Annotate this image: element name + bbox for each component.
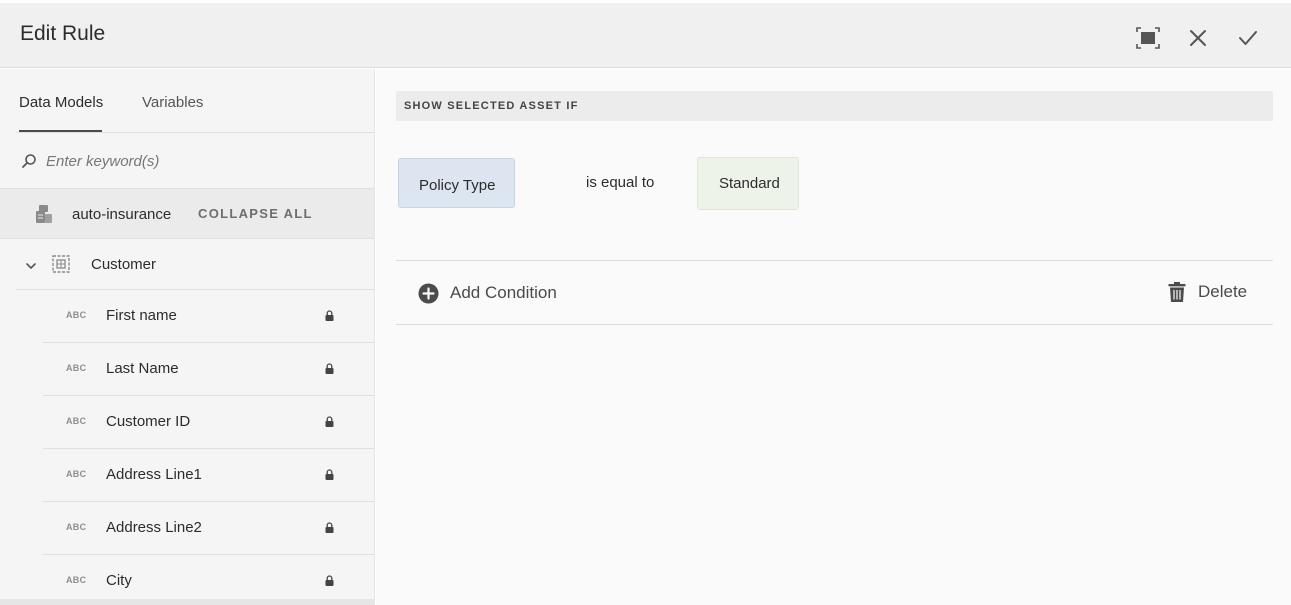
condition-operator[interactable]: is equal to [586,174,654,191]
add-condition-button[interactable]: Add Condition [418,281,557,305]
field-row-address-line2[interactable]: ABC Address Line2 [43,502,374,555]
text-type-icon: ABC [66,363,87,373]
tab-bar: Data Models Variables [0,69,374,133]
done-button[interactable] [1235,25,1261,51]
delete-label: Delete [1198,282,1248,301]
field-label: Address Line1 [106,466,202,483]
text-type-icon: ABC [66,575,87,585]
lock-icon [325,310,334,321]
field-label: City [106,572,132,589]
entity-row-customer[interactable]: Customer [0,239,374,290]
rule-editor: SHOW SELECTED ASSET IF Policy Type is eq… [376,69,1291,605]
tab-data-models[interactable]: Data Models [19,94,103,111]
dialog-title: Edit Rule [20,22,106,45]
rule-section-title: SHOW SELECTED ASSET IF [404,100,579,112]
add-condition-label: Add Condition [450,283,557,302]
collapse-all-button[interactable]: COLLAPSE ALL [198,206,313,221]
field-row-city[interactable]: ABC City [43,555,374,605]
field-row-address-line1[interactable]: ABC Address Line1 [43,449,374,502]
text-type-icon: ABC [66,469,87,479]
field-label: First name [106,307,177,324]
field-label: Address Line2 [106,519,202,536]
lock-icon [325,363,334,374]
trash-icon [1168,282,1186,302]
field-row-first-name[interactable]: ABC First name [43,290,374,343]
field-list: ABC First name ABC Last Name ABC Custome… [43,290,374,605]
field-label: Last Name [106,360,179,377]
rule-section-header: SHOW SELECTED ASSET IF [396,91,1273,121]
scroll-edge [0,599,375,605]
add-circle-icon [418,283,439,303]
chevron-down-icon[interactable] [25,261,37,271]
close-icon [1190,30,1206,46]
dialog-header: Edit Rule [0,3,1291,68]
condition-value-label: Standard [719,175,780,192]
lock-icon [325,522,334,533]
field-row-customer-id[interactable]: ABC Customer ID [43,396,374,449]
close-button[interactable] [1185,25,1211,51]
fullscreen-icon [1136,27,1160,49]
object-browser: Data Models Variables auto-insurance COL… [0,69,375,605]
data-model-label: auto-insurance [72,206,172,223]
condition-field-chip[interactable]: Policy Type [398,158,515,208]
data-model-icon [36,205,52,223]
lock-icon [325,575,334,586]
delete-button[interactable]: Delete [1168,280,1247,304]
entity-label: Customer [91,256,157,273]
condition-actions: Add Condition Delete [396,260,1273,325]
entity-icon [52,255,70,273]
search-input[interactable] [46,150,346,172]
text-type-icon: ABC [66,522,87,532]
tab-variables[interactable]: Variables [142,94,203,111]
text-type-icon: ABC [66,310,87,320]
lock-icon [325,416,334,427]
lock-icon [325,469,334,480]
field-label: Customer ID [106,413,191,430]
search-bar [0,133,374,188]
condition-field-label: Policy Type [419,177,496,194]
data-model-row[interactable]: auto-insurance COLLAPSE ALL [0,188,374,239]
search-icon [22,154,36,168]
condition-value-chip[interactable]: Standard [697,157,799,210]
checkmark-icon [1239,31,1257,45]
fullscreen-button[interactable] [1135,25,1161,51]
text-type-icon: ABC [66,416,87,426]
field-row-last-name[interactable]: ABC Last Name [43,343,374,396]
